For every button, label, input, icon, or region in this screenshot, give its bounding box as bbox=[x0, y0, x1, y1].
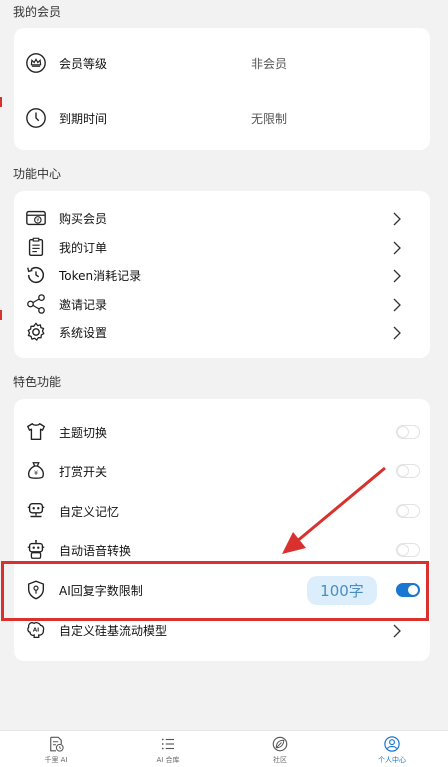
history-icon bbox=[24, 263, 48, 287]
theme-switch-toggle[interactable] bbox=[396, 425, 420, 439]
share-icon bbox=[24, 292, 48, 316]
reward-switch-row: ¥ 打赏开关 bbox=[14, 456, 430, 486]
tab-personal-center[interactable]: 个人中心 bbox=[336, 731, 448, 767]
tab-label: AI 合库 bbox=[156, 756, 180, 764]
member-level-label: 会员等级 bbox=[59, 56, 108, 71]
edge-mark bbox=[0, 310, 2, 320]
custom-memory-label: 自定义记忆 bbox=[59, 504, 120, 519]
expiry-row[interactable]: 到期时间 无限制 bbox=[14, 103, 430, 133]
reply-limit-label: AI回复字数限制 bbox=[59, 583, 143, 598]
invite-record-label: 邀请记录 bbox=[59, 297, 108, 312]
buy-member-row[interactable]: ¥ 购买会员 bbox=[14, 203, 430, 233]
chevron-right-icon bbox=[392, 211, 402, 226]
expiry-label: 到期时间 bbox=[59, 111, 108, 126]
system-settings-label: 系统设置 bbox=[59, 325, 108, 340]
member-level-row[interactable]: 会员等级 非会员 bbox=[14, 48, 430, 78]
reply-limit-toggle[interactable] bbox=[396, 583, 420, 597]
theme-switch-row: 主题切换 bbox=[14, 417, 430, 447]
chevron-right-icon bbox=[392, 268, 402, 283]
user-icon bbox=[384, 736, 400, 752]
tab-label: 千里 AI bbox=[44, 756, 68, 764]
buy-member-label: 购买会员 bbox=[59, 211, 108, 226]
custom-model-label: 自定义硅基流动模型 bbox=[59, 623, 168, 638]
reward-switch-toggle[interactable] bbox=[396, 464, 420, 478]
my-orders-label: 我的订单 bbox=[59, 240, 108, 255]
chevron-right-icon bbox=[392, 325, 402, 340]
toggle-knob bbox=[397, 505, 409, 517]
list-icon bbox=[161, 738, 174, 750]
tab-label: 社区 bbox=[273, 756, 287, 764]
clipboard-icon bbox=[24, 235, 48, 259]
member-level-value: 非会员 bbox=[251, 56, 288, 71]
custom-memory-row: 自定义记忆 bbox=[14, 496, 430, 526]
membership-card: 会员等级 非会员 到期时间 无限制 bbox=[14, 28, 430, 150]
svg-text:AI: AI bbox=[33, 627, 39, 633]
chevron-right-icon bbox=[392, 623, 402, 638]
chevron-right-icon bbox=[392, 240, 402, 255]
expiry-value: 无限制 bbox=[251, 111, 288, 126]
token-record-row[interactable]: Token消耗记录 bbox=[14, 260, 430, 290]
reward-switch-label: 打赏开关 bbox=[59, 464, 108, 479]
gear-icon bbox=[24, 320, 48, 344]
theme-switch-label: 主题切换 bbox=[59, 425, 108, 440]
robot-icon bbox=[24, 499, 48, 523]
section-title-features: 特色功能 bbox=[13, 375, 62, 389]
features-card: 主题切换 ¥ 打赏开关 自定义记忆 自动语音转换 AI回复字数限制 100字 A… bbox=[14, 399, 430, 661]
auto-voice-row: 自动语音转换 bbox=[14, 535, 430, 565]
edge-mark bbox=[0, 97, 2, 107]
section-title-membership: 我的会员 bbox=[13, 5, 62, 19]
document-clock-icon bbox=[50, 736, 64, 752]
auto-voice-toggle[interactable] bbox=[396, 543, 420, 557]
tab-qianli-ai[interactable]: 千里 AI bbox=[0, 731, 112, 767]
wallet-icon: ¥ bbox=[24, 206, 48, 230]
svg-text:¥: ¥ bbox=[36, 218, 39, 224]
invite-record-row[interactable]: 邀请记录 bbox=[14, 289, 430, 319]
toggle-knob bbox=[407, 584, 419, 596]
crown-icon bbox=[24, 51, 48, 75]
shield-icon bbox=[24, 578, 48, 602]
ai-brain-icon: AI bbox=[24, 618, 48, 642]
functions-card: ¥ 购买会员 我的订单 Token消耗记录 邀请记录 系统设置 bbox=[14, 191, 430, 358]
custom-model-row[interactable]: AI 自定义硅基流动模型 bbox=[14, 615, 430, 645]
toggle-knob bbox=[397, 544, 409, 556]
toggle-knob bbox=[397, 465, 409, 477]
toggle-knob bbox=[397, 426, 409, 438]
tab-community[interactable]: 社区 bbox=[224, 731, 336, 767]
shirt-icon bbox=[24, 420, 48, 444]
tab-label: 个人中心 bbox=[378, 756, 406, 764]
my-orders-row[interactable]: 我的订单 bbox=[14, 232, 430, 262]
reply-limit-badge[interactable]: 100字 bbox=[307, 575, 377, 605]
reply-limit-row: AI回复字数限制 100字 bbox=[14, 575, 430, 605]
chevron-right-icon bbox=[392, 297, 402, 312]
section-title-functions: 功能中心 bbox=[13, 167, 62, 181]
auto-voice-label: 自动语音转换 bbox=[59, 543, 132, 558]
clock-icon bbox=[24, 106, 48, 130]
custom-memory-toggle[interactable] bbox=[396, 504, 420, 518]
money-bag-icon: ¥ bbox=[24, 459, 48, 483]
robot-voice-icon bbox=[24, 538, 48, 562]
svg-text:¥: ¥ bbox=[34, 469, 38, 477]
token-record-label: Token消耗记录 bbox=[59, 268, 142, 283]
bottom-tab-bar: 千里 AI AI 合库 社区 个人中心 bbox=[0, 730, 448, 767]
system-settings-row[interactable]: 系统设置 bbox=[14, 317, 430, 347]
leaf-icon bbox=[272, 736, 288, 752]
tab-ai-library[interactable]: AI 合库 bbox=[112, 731, 224, 767]
